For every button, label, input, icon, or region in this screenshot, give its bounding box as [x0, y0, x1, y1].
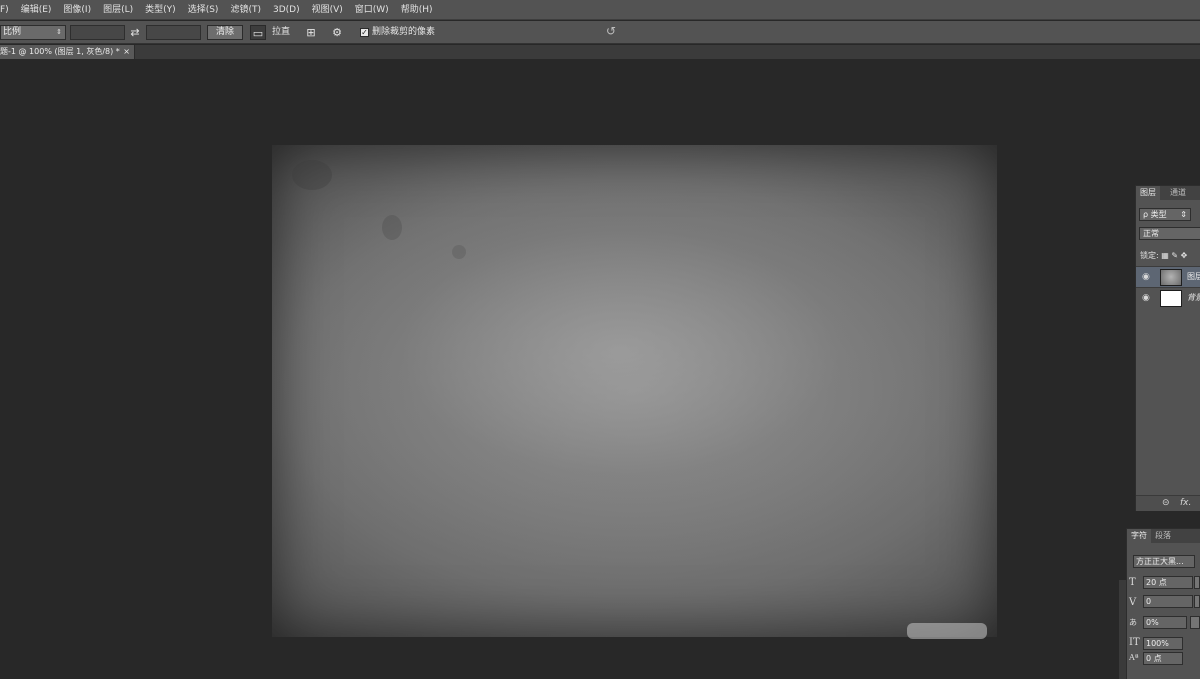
chevron-down-icon[interactable]	[1194, 595, 1200, 608]
tab-channels[interactable]: 通道	[1166, 186, 1190, 200]
texture-spot	[907, 623, 987, 639]
vertical-scale-field[interactable]: 100%	[1143, 637, 1183, 650]
close-icon[interactable]: ×	[123, 45, 130, 59]
chevron-down-icon[interactable]	[1194, 576, 1200, 589]
layer-thumbnail	[1160, 269, 1182, 286]
crop-height-field[interactable]	[146, 25, 201, 40]
menu-select[interactable]: 选择(S)	[182, 0, 225, 20]
document-tab[interactable]: 题-1 @ 100% (图层 1, 灰色/8) * ×	[0, 45, 135, 59]
vertical-scale-icon: IT	[1129, 637, 1140, 648]
blend-mode-value: 正常	[1143, 229, 1159, 238]
character-panel-tabs: 字符 段落	[1127, 529, 1200, 543]
menu-layer[interactable]: 图层(L)	[97, 0, 139, 20]
tracking-value: 0%	[1146, 618, 1159, 627]
eye-icon[interactable]: ◉	[1142, 293, 1150, 303]
kerning-value: 0	[1146, 597, 1152, 606]
menu-help[interactable]: 帮助(H)	[395, 0, 439, 20]
baseline-shift-field[interactable]: 0 点	[1143, 652, 1183, 665]
layer-row[interactable]: ◉ 背景	[1136, 287, 1200, 308]
font-size-field[interactable]: 20 点	[1143, 576, 1193, 589]
link-icon[interactable]: ⊝	[1162, 498, 1170, 508]
font-size-icon: T	[1129, 577, 1136, 588]
document-tab-title: 题-1 @ 100% (图层 1, 灰色/8) *	[0, 47, 120, 56]
swap-icon[interactable]: ⇄	[128, 25, 142, 40]
menu-file[interactable]: F)	[0, 0, 15, 20]
chevron-down-icon[interactable]	[1190, 616, 1200, 629]
tracking-icon: あ	[1129, 618, 1137, 627]
layer-thumbnail	[1160, 290, 1182, 307]
lock-move-icon[interactable]: ✥	[1181, 251, 1188, 260]
document-tab-row: 题-1 @ 100% (图层 1, 灰色/8) * ×	[0, 45, 1200, 59]
layers-panel-footer: ⊝ fx.	[1136, 495, 1200, 511]
straighten-label: 拉直	[272, 27, 291, 37]
lock-brush-icon[interactable]: ✎	[1171, 251, 1178, 260]
lock-row: 锁定: ▦ ✎ ✥	[1140, 250, 1187, 261]
document-canvas[interactable]	[272, 145, 997, 639]
vertical-scale-value: 100%	[1146, 639, 1169, 648]
menu-bar: F) 编辑(E) 图像(I) 图层(L) 类型(Y) 选择(S) 滤镜(T) 3…	[0, 0, 1200, 20]
overlay-grid-icon[interactable]: ⊞	[303, 25, 319, 40]
lock-label: 锁定:	[1140, 251, 1159, 260]
layer-filter-value: ρ 类型	[1143, 210, 1167, 219]
tab-paragraph[interactable]: 段落	[1151, 529, 1175, 543]
menu-image[interactable]: 图像(I)	[57, 0, 97, 20]
layers-panel: 图层 通道 ρ 类型 ⇕ 正常 锁定: ▦ ✎ ✥ ◉ 图层 ◉ 背景 ⊝ fx…	[1135, 185, 1200, 511]
texture-spot	[382, 215, 402, 240]
font-family-value: 方正正大黑...	[1136, 557, 1184, 566]
menu-3d[interactable]: 3D(D)	[267, 0, 306, 20]
kerning-icon: V	[1129, 597, 1137, 608]
kerning-field[interactable]: 0	[1143, 595, 1193, 608]
baseline-shift-icon: Aª	[1129, 653, 1139, 662]
panel-dock-strip	[1119, 580, 1126, 679]
fx-icon[interactable]: fx.	[1180, 498, 1191, 508]
menu-type[interactable]: 类型(Y)	[139, 0, 182, 20]
straighten-icon[interactable]: ▭	[250, 25, 266, 40]
lock-transparent-icon[interactable]: ▦	[1161, 251, 1169, 260]
baseline-shift-value: 0 点	[1146, 654, 1162, 663]
tab-character[interactable]: 字符	[1127, 529, 1151, 543]
texture-spot	[452, 245, 466, 259]
layer-name: 背景	[1187, 293, 1200, 302]
font-family-select[interactable]: 方正正大黑...	[1133, 555, 1195, 568]
character-panel: 字符 段落 方正正大黑... T 20 点 V 0 あ 0% IT 100% A…	[1126, 528, 1200, 679]
layer-filter-select[interactable]: ρ 类型 ⇕	[1139, 208, 1191, 221]
blend-mode-select[interactable]: 正常	[1139, 227, 1200, 240]
menu-filter[interactable]: 滤镜(T)	[224, 0, 267, 20]
delete-cropped-label: 删除裁剪的像素	[372, 27, 436, 37]
chevron-updown-icon: ⇕	[1180, 210, 1187, 219]
gear-icon[interactable]: ⚙	[328, 25, 346, 40]
reset-icon[interactable]: ↺	[606, 24, 616, 38]
menu-window[interactable]: 窗口(W)	[349, 0, 395, 20]
layer-name: 图层	[1187, 272, 1200, 281]
font-size-value: 20 点	[1146, 578, 1167, 587]
chevron-updown-icon: ⇕	[56, 28, 62, 36]
crop-ratio-select[interactable]: 比例 ⇕	[0, 25, 66, 40]
options-bar: 比例 ⇕ ⇄ 清除 ▭ 拉直 ⊞ ⚙ ✓ 删除裁剪的像素 ↺	[0, 21, 1200, 44]
clear-button[interactable]: 清除	[207, 25, 243, 40]
tracking-field[interactable]: 0%	[1143, 616, 1187, 629]
menu-edit[interactable]: 编辑(E)	[15, 0, 58, 20]
crop-width-field[interactable]	[70, 25, 125, 40]
layer-row[interactable]: ◉ 图层	[1136, 266, 1200, 287]
eye-icon[interactable]: ◉	[1142, 272, 1150, 282]
delete-cropped-checkbox[interactable]: ✓	[360, 28, 369, 37]
menu-view[interactable]: 视图(V)	[306, 0, 349, 20]
crop-ratio-value: 比例	[3, 27, 22, 37]
texture-spot	[292, 160, 332, 190]
layers-panel-tabs: 图层 通道	[1136, 186, 1200, 200]
tab-layers[interactable]: 图层	[1136, 186, 1160, 200]
